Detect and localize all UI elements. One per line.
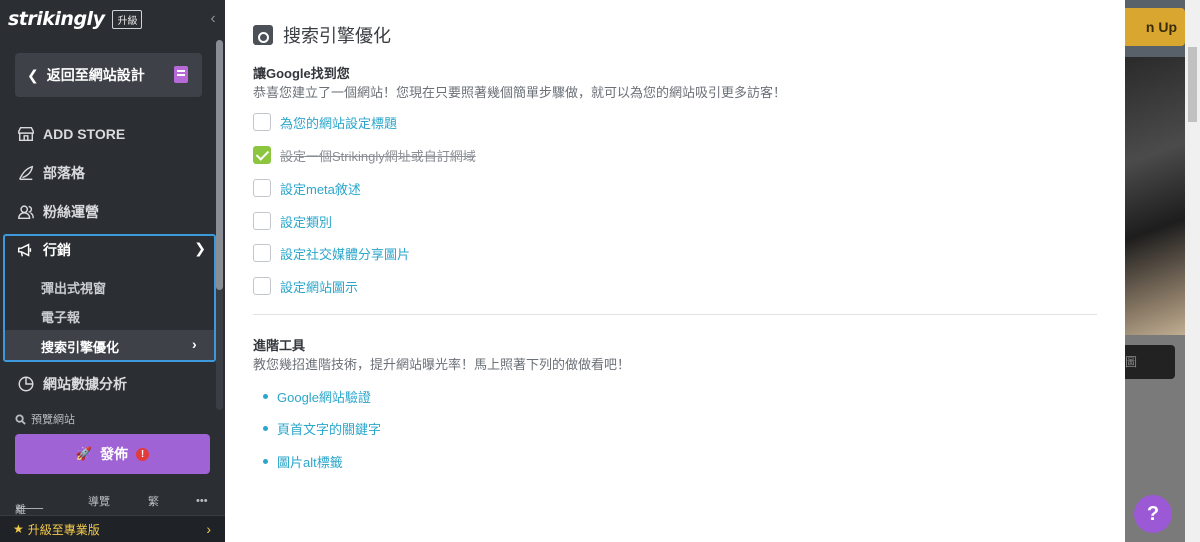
checklist-item[interactable]: 設定社交媒體分享圖片 xyxy=(253,243,410,263)
sidebar-item-marketing[interactable]: 行銷 ❯ xyxy=(16,238,206,262)
help-button[interactable]: ? xyxy=(1134,495,1172,533)
star-icon: ★ xyxy=(13,522,24,536)
chevron-right-icon: › xyxy=(206,521,211,537)
store-icon xyxy=(16,124,36,144)
checklist-label[interactable]: 為您的網站設定標題 xyxy=(280,113,397,132)
pie-chart-icon xyxy=(16,374,36,394)
checklist-item[interactable]: 設定網站圖示 xyxy=(253,276,358,296)
upgrade-badge[interactable]: 升級 xyxy=(112,9,143,29)
preview-site-link[interactable]: 預覽網站 xyxy=(15,411,75,427)
checkbox[interactable] xyxy=(253,179,271,197)
checklist-item[interactable]: 設定一個Strikingly網址或自訂網域 xyxy=(253,145,476,165)
sidebar-scrollbar-thumb[interactable] xyxy=(216,40,223,290)
sidebar-item-analytics[interactable]: 網站數據分析 xyxy=(16,372,127,396)
page-scrollbar[interactable] xyxy=(1185,0,1200,542)
sign-up-button-partial[interactable]: n Up xyxy=(1125,8,1185,46)
section-title-advanced: 進階工具 xyxy=(253,338,306,353)
section-divider xyxy=(253,314,1097,315)
checklist-label[interactable]: 設定類別 xyxy=(280,212,332,231)
sidebar: strikingly 升級 ‹ ❮ 返回至網站設計 ADD STORE 部落格 … xyxy=(0,0,225,542)
chevron-down-icon: ❯ xyxy=(194,240,206,256)
sidebar-item-label: ADD STORE xyxy=(43,126,126,142)
checklist-label[interactable]: 設定一個Strikingly網址或自訂網域 xyxy=(280,146,476,165)
search-icon xyxy=(15,413,26,425)
chevron-right-icon: › xyxy=(192,336,197,352)
sidebar-subitem-popup[interactable]: 彈出式視窗 xyxy=(41,278,106,297)
bullet-icon xyxy=(263,426,268,431)
seo-search-icon xyxy=(253,25,273,45)
sidebar-item-label: 粉絲運營 xyxy=(43,204,99,220)
quill-icon xyxy=(16,163,36,183)
checklist-label[interactable]: 設定網站圖示 xyxy=(280,277,358,296)
checklist-item[interactable]: 設定類別 xyxy=(253,211,332,231)
checkbox[interactable] xyxy=(253,277,271,295)
sidebar-subitem-seo[interactable]: 搜索引擎優化 xyxy=(41,337,119,356)
sidebar-item-add-store[interactable]: ADD STORE xyxy=(16,122,125,146)
page-icon xyxy=(174,66,188,83)
megaphone-icon xyxy=(16,241,36,259)
more-menu-icon[interactable]: ••• xyxy=(196,495,208,507)
bullet-icon xyxy=(263,394,268,399)
logo-row: strikingly 升級 xyxy=(8,6,143,32)
upgrade-pro-label: 升級至專業版 xyxy=(27,522,100,537)
section-title-google: 讓Google找到您 xyxy=(253,66,350,81)
page-title: 搜索引擎優化 xyxy=(253,22,391,48)
sidebar-bottom-bar: 🡐 離開 導覽 繁 ••• xyxy=(0,490,225,532)
advanced-link[interactable]: 頁首文字的關鍵字 xyxy=(263,419,381,438)
guide-link[interactable]: 導覽 xyxy=(88,493,110,509)
collapse-sidebar-icon[interactable]: ‹ xyxy=(206,10,220,28)
strikingly-logo[interactable]: strikingly xyxy=(8,8,105,30)
alert-icon: ! xyxy=(136,447,150,461)
advanced-link[interactable]: Google網站驗證 xyxy=(263,387,371,406)
checkbox-checked[interactable] xyxy=(253,146,271,164)
sidebar-subitem-newsletter[interactable]: 電子報 xyxy=(41,307,80,326)
publish-label: 發佈 xyxy=(100,446,129,462)
site-preview-dark-button[interactable]: 圖 xyxy=(1125,345,1175,379)
checkbox[interactable] xyxy=(253,244,271,262)
section-description-advanced: 教您幾招進階技術，提升網站曝光率！馬上照著下列的做做看吧！ xyxy=(253,357,631,372)
sidebar-item-label: 網站數據分析 xyxy=(43,376,127,392)
page-title-text: 搜索引擎優化 xyxy=(283,26,391,46)
seo-panel: 搜索引擎優化 讓Google找到您 恭喜您建立了一個網站！您現在只要照著幾個簡單… xyxy=(225,0,1125,542)
advanced-link-label[interactable]: 圖片alt標籤 xyxy=(277,452,343,471)
checklist-label[interactable]: 設定meta敘述 xyxy=(280,179,361,198)
sidebar-item-blog[interactable]: 部落格 xyxy=(16,161,85,185)
checklist-item[interactable]: 設定meta敘述 xyxy=(253,178,361,198)
preview-site-label: 預覽網站 xyxy=(31,414,75,426)
checklist-label[interactable]: 設定社交媒體分享圖片 xyxy=(280,244,410,263)
sidebar-item-fans[interactable]: 粉絲運營 xyxy=(16,200,99,224)
language-link[interactable]: 繁 xyxy=(148,493,159,509)
checklist-item[interactable]: 為您的網站設定標題 xyxy=(253,112,397,132)
upgrade-pro-bar[interactable]: ★ 升級至專業版 › xyxy=(0,515,225,542)
advanced-link-label[interactable]: 頁首文字的關鍵字 xyxy=(277,419,381,438)
back-to-site-design-button[interactable]: ❮ 返回至網站設計 xyxy=(15,53,202,97)
section-description-google: 恭喜您建立了一個網站！您現在只要照著幾個簡單步驟做，就可以為您的網站吸引更多訪客… xyxy=(253,85,787,100)
publish-button[interactable]: 🚀 發佈 ! xyxy=(15,434,210,474)
bullet-icon xyxy=(263,459,268,464)
advanced-link[interactable]: 圖片alt標籤 xyxy=(263,452,343,471)
back-button-label: 返回至網站設計 xyxy=(46,67,145,83)
sidebar-item-label: 部落格 xyxy=(43,165,85,181)
checkbox[interactable] xyxy=(253,113,271,131)
users-icon xyxy=(16,202,36,222)
sidebar-item-label: 行銷 xyxy=(43,242,71,258)
advanced-link-label[interactable]: Google網站驗證 xyxy=(277,387,371,406)
checkbox[interactable] xyxy=(253,212,271,230)
rocket-icon: 🚀 xyxy=(75,446,93,461)
page-scrollbar-thumb[interactable] xyxy=(1188,47,1197,122)
sidebar-scrollbar[interactable] xyxy=(216,40,223,410)
chevron-left-icon: ❮ xyxy=(27,66,39,83)
